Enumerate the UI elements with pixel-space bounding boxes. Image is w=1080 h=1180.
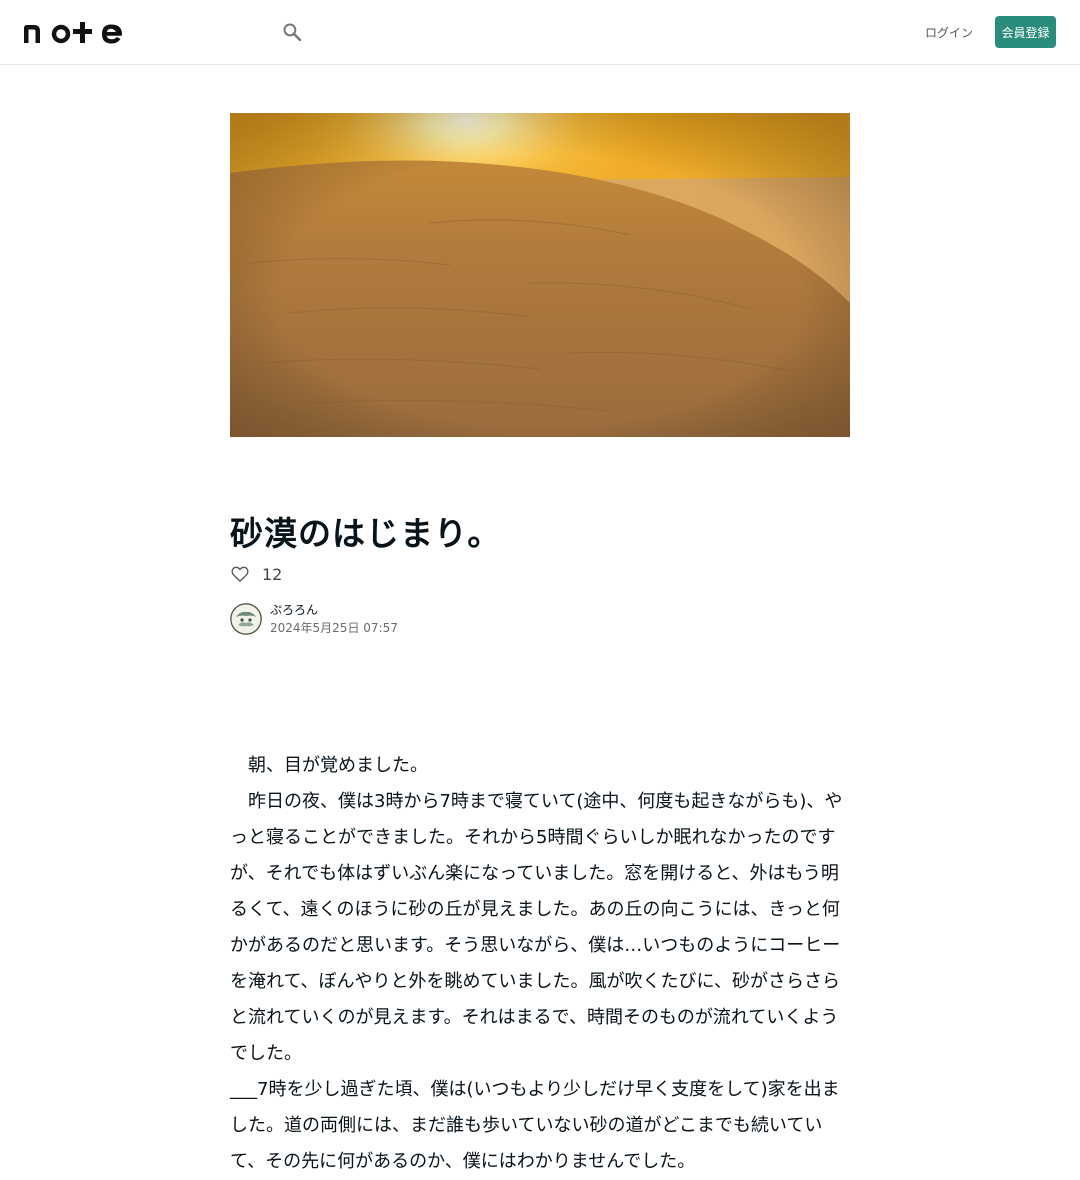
author-name[interactable]: ぷろろん [270, 602, 398, 618]
article: 砂漠のはじまり。 12 ぷろろん 2024年5月25日 07:57 朝、目が覚め… [230, 113, 850, 1180]
login-link[interactable]: ログイン [920, 16, 978, 48]
author-info: ぷろろん 2024年5月25日 07:57 [230, 602, 850, 636]
note-logo[interactable] [24, 20, 122, 44]
site-header: ログイン 会員登録 [0, 0, 1080, 65]
search-button[interactable] [278, 18, 306, 46]
post-date: 2024年5月25日 07:57 [270, 621, 398, 635]
like-count: 12 [262, 564, 283, 584]
paragraph: 朝、目が覚めました。 [230, 755, 428, 776]
hero-image [230, 113, 850, 437]
article-body: 朝、目が覚めました。 昨日の夜、僕は3時から7時まで寝ていて(途中、何度も起きな… [230, 748, 850, 1180]
author-meta: ぷろろん 2024年5月25日 07:57 [270, 602, 398, 636]
paragraph: 昨日の夜、僕は3時から7時まで寝ていて(途中、何度も起きながらも)、やっと寝るこ… [230, 791, 843, 1064]
paragraph: ___7時を少し過ぎた頃、僕は(いつもより少しだけ早く支度をして)家を出ました。… [230, 1079, 840, 1172]
avatar[interactable] [230, 603, 262, 635]
search-icon [283, 23, 302, 42]
like-section: 12 [230, 563, 850, 585]
heart-icon[interactable] [230, 564, 250, 584]
article-title: 砂漠のはじまり。 [230, 514, 502, 553]
signup-button[interactable]: 会員登録 [995, 16, 1056, 48]
